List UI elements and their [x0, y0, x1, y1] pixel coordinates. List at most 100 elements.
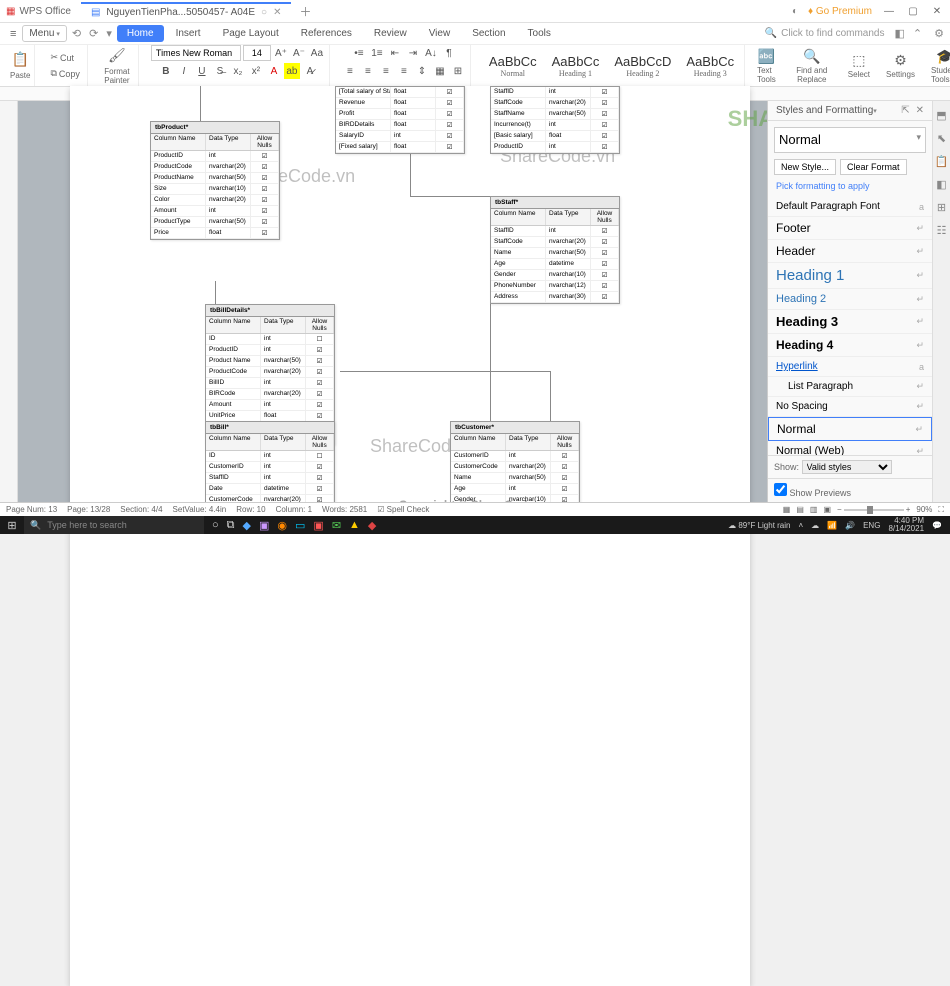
settings-tool[interactable]: ⚙Settings	[882, 52, 919, 79]
numbering-icon[interactable]: 1≡	[369, 45, 385, 61]
tray-lang[interactable]: ENG	[863, 521, 880, 530]
smart-search[interactable]: 🔍 Click to find commands	[765, 28, 885, 39]
styleitem-heading2[interactable]: Heading 2↵	[768, 289, 932, 310]
clear-format-button[interactable]: Clear Format	[840, 159, 907, 175]
new-style-button[interactable]: New Style...	[774, 159, 836, 175]
status-col[interactable]: Column: 1	[276, 505, 312, 514]
style-normal[interactable]: AaBbCcNormal	[483, 52, 543, 80]
document-page[interactable]: SHARECODE.vn ShareCode.vn ShareCode.vn S…	[70, 86, 750, 986]
outdent-icon[interactable]: ⇤	[387, 45, 403, 61]
shading-icon[interactable]: ▦	[432, 63, 448, 79]
status-spellcheck[interactable]: ☑ Spell Check	[377, 505, 429, 514]
fit-icon[interactable]: ⛶	[938, 505, 944, 515]
tray-wifi-icon[interactable]: 📶	[827, 521, 837, 530]
tab-insert[interactable]: Insert	[166, 25, 211, 42]
menu-button[interactable]: Menu	[22, 25, 66, 42]
paste-group[interactable]: 📋 Paste	[6, 45, 35, 86]
task-app7-icon[interactable]: ▲	[349, 519, 360, 532]
zoom-slider[interactable]: − +	[837, 505, 910, 514]
bold-button[interactable]: B	[158, 63, 174, 79]
bullets-icon[interactable]: •≡	[351, 45, 367, 61]
styleitem-normal[interactable]: Normal↵	[768, 417, 932, 441]
student-tools[interactable]: 🎓Student Tools	[927, 48, 950, 84]
zoom-in-icon[interactable]: +	[906, 505, 911, 514]
styleitem-nospacing[interactable]: No Spacing↵	[768, 397, 932, 417]
view-outline-icon[interactable]: ▥	[810, 505, 818, 514]
find-replace[interactable]: 🔍Find and Replace	[788, 48, 836, 84]
status-pagenum[interactable]: Page Num: 13	[6, 505, 57, 514]
clear-fmt-icon[interactable]: A̷	[302, 63, 318, 79]
styles-gallery[interactable]: AaBbCcNormalAaBbCcHeading 1AaBbCcDHeadin…	[479, 45, 745, 86]
rail-props-icon[interactable]: ☷	[937, 224, 947, 237]
document-tab[interactable]: ▤ NguyenTienPha...5050457- A04E ○ ✕	[81, 2, 292, 21]
style-heading1[interactable]: AaBbCcHeading 1	[546, 52, 606, 80]
sup-button[interactable]: x²	[248, 63, 264, 79]
table-salary[interactable]: [Total salary of Staff]float☑Revenuefloa…	[335, 86, 465, 154]
current-style[interactable]: Normal▾	[774, 127, 926, 153]
task-app3-icon[interactable]: ◉	[277, 519, 287, 532]
go-premium-link[interactable]: ♦ Go Premium	[808, 6, 872, 17]
tray-up-icon[interactable]: ˄	[798, 521, 803, 530]
font-color-icon[interactable]: A	[266, 63, 282, 79]
show-select[interactable]: Valid styles	[802, 460, 892, 474]
tray-sound-icon[interactable]: 🔊	[845, 521, 855, 530]
taskbar-search[interactable]: 🔍 Type here to search	[24, 516, 204, 534]
status-row[interactable]: Row: 10	[236, 505, 265, 514]
minimize-button[interactable]: —	[882, 6, 896, 17]
task-app4-icon[interactable]: ▭	[295, 519, 305, 532]
styleitem-listparagraph[interactable]: List Paragraph↵	[768, 377, 932, 397]
tab-references[interactable]: References	[291, 25, 362, 42]
styleitem-normalweb[interactable]: Normal (Web)↵	[768, 441, 932, 455]
rail-styles-icon[interactable]: ⬒	[936, 109, 946, 122]
ribbon-collapse-icon[interactable]: ⌃	[913, 27, 922, 40]
avatar-icon[interactable]: ◐	[792, 6, 798, 17]
zoom-out-icon[interactable]: −	[837, 505, 842, 514]
indent-icon[interactable]: ⇥	[405, 45, 421, 61]
start-button[interactable]: ⊞	[0, 519, 24, 532]
shrink-font-icon[interactable]: A⁻	[291, 45, 307, 61]
styleitem-heading3[interactable]: Heading 3↵	[768, 310, 932, 334]
styleitem-footer[interactable]: Footer↵	[768, 217, 932, 240]
tab-home[interactable]: Home	[117, 25, 164, 42]
nav-fwd-icon[interactable]: ⟳	[86, 27, 101, 40]
task-cortana-icon[interactable]: ○	[212, 519, 219, 532]
align-right-icon[interactable]: ≡	[378, 63, 394, 79]
styleitem-hyperlink[interactable]: Hyperlinka	[768, 357, 932, 377]
tray-notifications-icon[interactable]: 💬	[932, 521, 942, 530]
italic-button[interactable]: I	[176, 63, 192, 79]
borders-icon[interactable]: ⊞	[450, 63, 466, 79]
view-print-icon[interactable]: ▦	[783, 505, 791, 514]
task-app5-icon[interactable]: ▣	[313, 519, 323, 532]
status-pages[interactable]: Page: 13/28	[67, 505, 110, 514]
skin-icon[interactable]: ◧	[895, 27, 905, 40]
marks-icon[interactable]: ¶	[441, 45, 457, 61]
line-spacing-icon[interactable]: ⇕	[414, 63, 430, 79]
font-name-input[interactable]	[151, 45, 241, 61]
zoom-value[interactable]: 90%	[916, 505, 932, 514]
cut-button[interactable]: ✂ Cut	[47, 51, 77, 64]
task-app6-icon[interactable]: ✉	[332, 519, 341, 532]
style-heading3[interactable]: AaBbCcHeading 3	[680, 52, 740, 80]
align-left-icon[interactable]: ≡	[342, 63, 358, 79]
status-section[interactable]: Section: 4/4	[120, 505, 162, 514]
align-center-icon[interactable]: ≡	[360, 63, 376, 79]
tab-pagelayout[interactable]: Page Layout	[213, 25, 289, 42]
rail-shapes-icon[interactable]: ◧	[936, 178, 946, 191]
style-list[interactable]: Default Paragraph FontaFooter↵Header↵Hea…	[768, 197, 932, 455]
sub-button[interactable]: x₂	[230, 63, 246, 79]
maximize-button[interactable]: ▢	[906, 6, 920, 17]
nav-back-icon[interactable]: ⟲	[69, 27, 84, 40]
new-tab-button[interactable]: ＋	[299, 3, 311, 20]
rail-nav-icon[interactable]: ⊞	[937, 201, 946, 214]
format-painter[interactable]: 🖌 Format Painter	[96, 45, 139, 86]
task-app1-icon[interactable]: ◆	[243, 519, 251, 532]
save-icon[interactable]: ▾	[103, 27, 115, 40]
panel-pin-icon[interactable]: ⇱	[901, 105, 909, 116]
styleitem-defaultparagraphfont[interactable]: Default Paragraph Fonta	[768, 197, 932, 217]
grow-font-icon[interactable]: A⁺	[273, 45, 289, 61]
tab-close-icon[interactable]: ✕	[273, 7, 281, 18]
font-size-input[interactable]	[243, 45, 271, 61]
rail-clipboard-icon[interactable]: 📋	[935, 155, 949, 168]
styleitem-heading4[interactable]: Heading 4↵	[768, 334, 932, 357]
sort-icon[interactable]: A↓	[423, 45, 439, 61]
